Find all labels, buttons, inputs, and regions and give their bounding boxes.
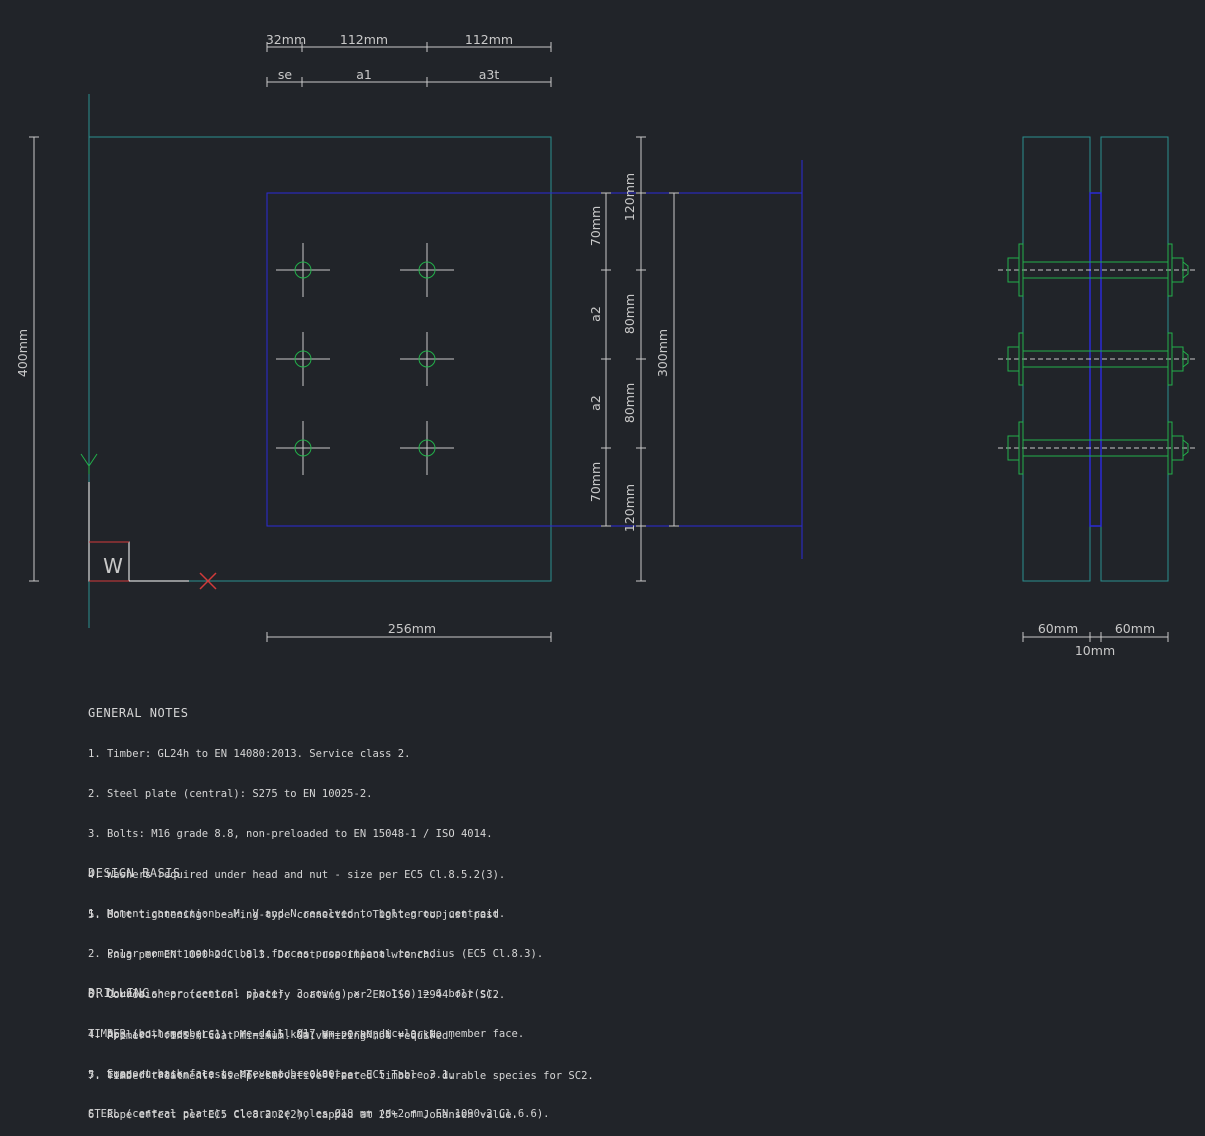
dimension-labels: 32mm 112mm 112mm se a1 a3t 400mm 256mm 7… [15, 32, 1155, 658]
dim-a1: 112mm [340, 32, 388, 47]
dim-row-spacing-1: 80mm [622, 294, 637, 334]
ucs-label: W [103, 554, 123, 578]
drilling-notes: DRILLING TIMBER (both members): pre-dril… [88, 960, 549, 1135]
label-a1: a1 [356, 67, 372, 82]
dim-plate-height: 300mm [655, 329, 670, 377]
label-a3t: a3t [479, 67, 500, 82]
steel-plate-outline [266, 192, 803, 527]
general-note-line: 1. Timber: GL24h to EN 14080:2013. Servi… [88, 748, 411, 761]
ucs-icon [80, 453, 217, 590]
bolt-2 [400, 243, 454, 297]
dim-member-right: 60mm [1115, 621, 1155, 636]
side-section [998, 136, 1196, 582]
bolt-5 [276, 421, 330, 475]
dim-plate-width: 256mm [388, 621, 436, 636]
dim-overall-height: 400mm [15, 329, 30, 377]
label-a2-lower: a2 [588, 395, 603, 411]
design-basis-title: DESIGN BASIS [88, 865, 181, 880]
bolt-section-3 [998, 421, 1196, 475]
drilling-line: STEEL (central plate): clearance holes Ø… [88, 1108, 550, 1121]
bolt-1 [276, 243, 330, 297]
dim-edge-top: 70mm [588, 206, 603, 246]
dim-member-left: 60mm [1038, 621, 1078, 636]
cad-drawing[interactable]: 32mm 112mm 112mm se a1 a3t 400mm 256mm 7… [0, 0, 1205, 680]
bolt-6 [400, 421, 454, 475]
bolt-section-1 [998, 243, 1196, 297]
label-se: se [278, 67, 293, 82]
dimension-lines [29, 42, 1169, 642]
dim-edge-se: 32mm [266, 32, 306, 47]
label-a2-upper: a2 [588, 306, 603, 322]
bolt-group-front [276, 243, 454, 475]
general-note-line: 2. Steel plate (central): S275 to EN 100… [88, 788, 373, 801]
drilling-line: Support back face to prevent breakout. [88, 1068, 348, 1081]
bolt-section-2 [998, 332, 1196, 386]
dim-row-spacing-2: 80mm [622, 383, 637, 423]
dim-edge-bottom: 70mm [588, 462, 603, 502]
dim-a3t: 112mm [465, 32, 513, 47]
drilling-line: TIMBER (both members): pre-drill Ø17 mm … [88, 1028, 525, 1041]
bolt-3 [276, 332, 330, 386]
dim-plate-gap: 10mm [1075, 643, 1115, 658]
dim-dist-top: 120mm [622, 173, 637, 221]
dim-dist-bottom: 120mm [622, 484, 637, 532]
general-notes-title: GENERAL NOTES [88, 705, 189, 720]
design-basis-line: 1. Moment connection - M, V and N resolv… [88, 908, 506, 921]
bolt-4 [400, 332, 454, 386]
drilling-title: DRILLING [88, 985, 150, 1000]
